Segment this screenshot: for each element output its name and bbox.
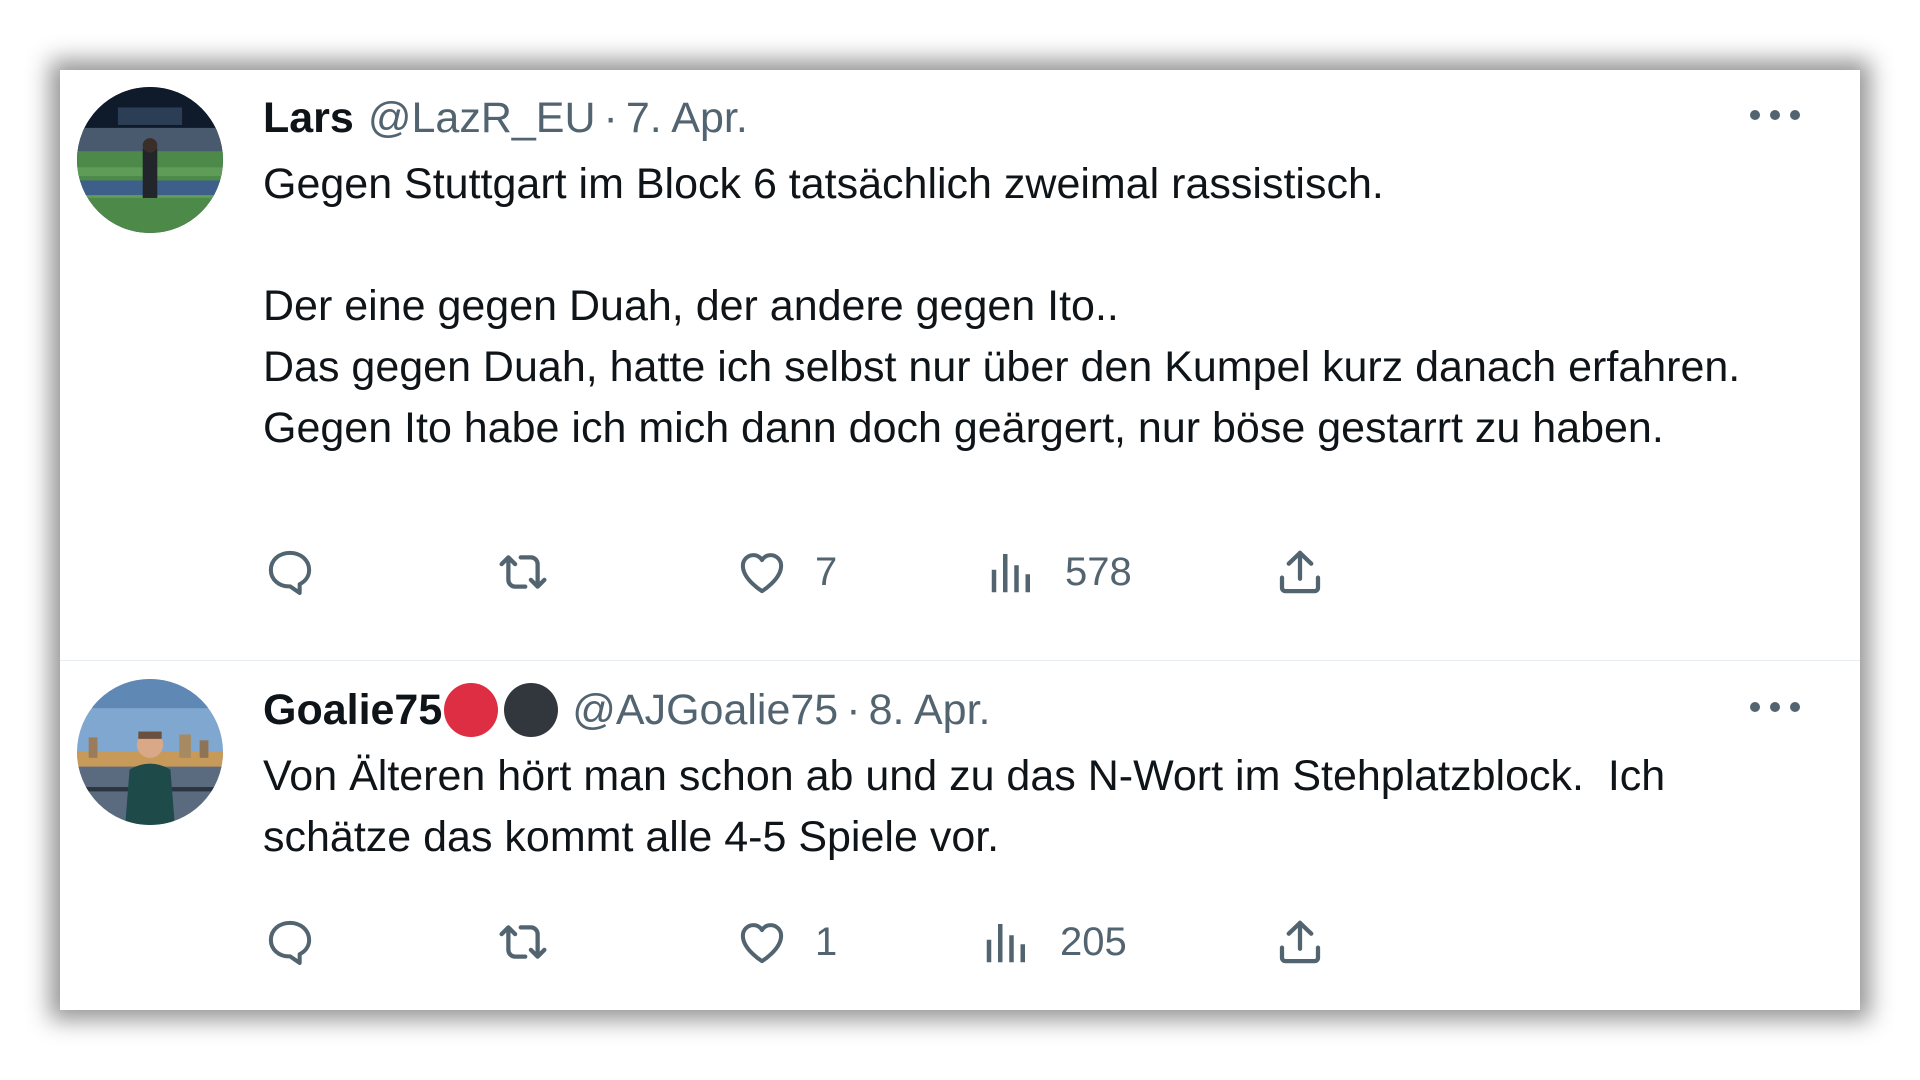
tweet-card-screenshot: Lars @LazR_EU · 7. Apr. Gegen Stuttgart … bbox=[60, 70, 1860, 1010]
more-dot bbox=[1750, 702, 1760, 712]
tweet-paragraph: Gegen Stuttgart im Block 6 tatsächlich z… bbox=[263, 160, 1384, 208]
more-dot bbox=[1770, 110, 1780, 120]
black-circle-emoji bbox=[504, 683, 559, 737]
like-count: 1 bbox=[815, 919, 838, 964]
like-button[interactable]: 7 bbox=[735, 542, 837, 602]
more-dot bbox=[1770, 702, 1780, 712]
views-button[interactable]: 205 bbox=[980, 912, 1127, 972]
tweet[interactable]: Goalie75 @AJGoalie75 · 8. Apr. Von Älter… bbox=[60, 662, 1860, 1010]
tweet-actions: 7 578 bbox=[263, 542, 1563, 602]
red-circle-emoji bbox=[444, 683, 499, 737]
heart-icon bbox=[740, 553, 784, 594]
views-icon bbox=[991, 554, 1030, 593]
author-name[interactable]: Goalie75 bbox=[263, 686, 442, 735]
reply-icon bbox=[268, 920, 312, 965]
more-dot bbox=[1750, 110, 1760, 120]
tweet-text: Gegen Stuttgart im Block 6 tatsächlich z… bbox=[263, 154, 1803, 459]
more-icon[interactable] bbox=[1750, 100, 1800, 130]
avatar[interactable] bbox=[77, 679, 223, 825]
retweet-icon bbox=[499, 555, 547, 589]
tweet[interactable]: Lars @LazR_EU · 7. Apr. Gegen Stuttgart … bbox=[60, 70, 1860, 661]
more-icon[interactable] bbox=[1750, 692, 1800, 722]
tweet-paragraph: Der eine gegen Duah, der andere gegen It… bbox=[263, 282, 1119, 330]
like-button[interactable]: 1 bbox=[735, 912, 837, 972]
author-name[interactable]: Lars bbox=[263, 94, 354, 143]
share-icon bbox=[1279, 550, 1321, 594]
reply-icon bbox=[268, 550, 312, 595]
tweet-paragraph: Das gegen Duah, hatte ich selbst nur übe… bbox=[263, 343, 1741, 452]
avatar[interactable] bbox=[77, 87, 223, 233]
tweet-header: Goalie75 @AJGoalie75 · 8. Apr. bbox=[263, 682, 991, 738]
more-dot bbox=[1790, 702, 1800, 712]
retweet-button[interactable] bbox=[496, 542, 550, 602]
share-icon bbox=[1279, 920, 1321, 964]
views-count: 578 bbox=[1065, 549, 1132, 594]
reply-button[interactable] bbox=[263, 542, 317, 602]
views-icon bbox=[986, 924, 1025, 963]
share-button[interactable] bbox=[1273, 542, 1327, 602]
retweet-icon bbox=[499, 925, 547, 959]
tweet-paragraph-gap bbox=[263, 215, 1803, 276]
separator: · bbox=[846, 685, 861, 734]
views-button[interactable]: 578 bbox=[985, 542, 1132, 602]
author-handle[interactable]: @AJGoalie75 bbox=[572, 686, 838, 735]
tweet-date[interactable]: 7. Apr. bbox=[626, 94, 748, 143]
retweet-button[interactable] bbox=[496, 912, 550, 972]
tweet-header: Lars @LazR_EU · 7. Apr. bbox=[263, 90, 748, 146]
heart-icon bbox=[740, 923, 784, 964]
views-count: 205 bbox=[1060, 919, 1127, 964]
tweet-actions: 1 205 bbox=[263, 912, 1563, 972]
author-handle[interactable]: @LazR_EU bbox=[368, 94, 596, 143]
tweet-text: Von Älteren hört man schon ab und zu das… bbox=[263, 746, 1803, 868]
separator: · bbox=[603, 93, 618, 142]
reply-button[interactable] bbox=[263, 912, 317, 972]
share-button[interactable] bbox=[1273, 912, 1327, 972]
like-count: 7 bbox=[815, 549, 838, 594]
more-dot bbox=[1790, 110, 1800, 120]
tweet-date[interactable]: 8. Apr. bbox=[869, 686, 991, 735]
tweet-paragraph: Von Älteren hört man schon ab und zu das… bbox=[263, 752, 1678, 861]
